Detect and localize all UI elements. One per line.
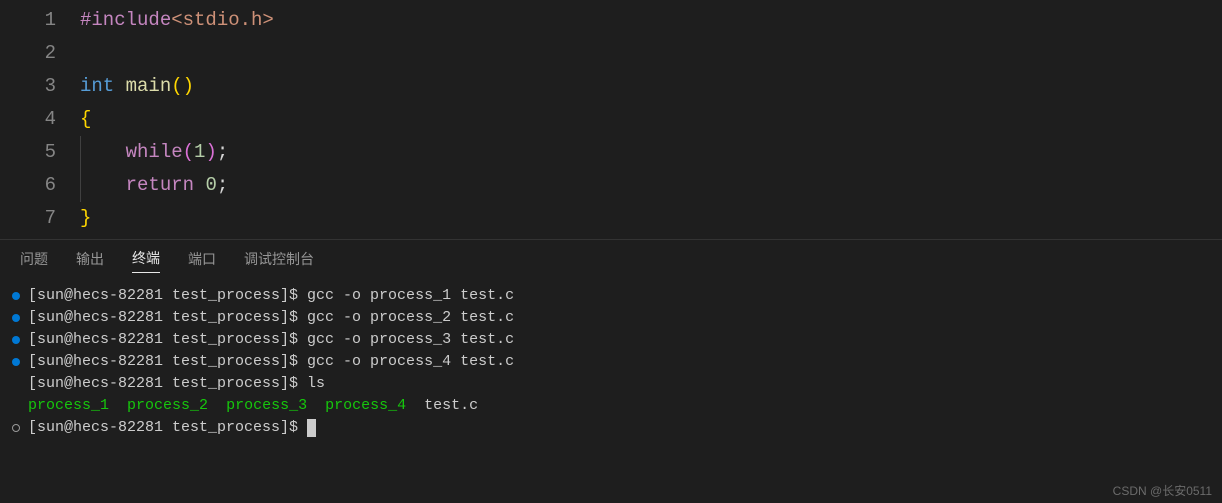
tab-output[interactable]: 输出 [76, 249, 104, 273]
code-content[interactable]: while(1); [80, 136, 1222, 169]
code-line[interactable]: 2 [0, 37, 1222, 70]
terminal-text: [sun@hecs-82281 test_process]$ gcc -o pr… [28, 329, 514, 351]
code-content[interactable]: { [80, 103, 1222, 136]
code-content[interactable] [80, 37, 1222, 70]
terminal-line: [sun@hecs-82281 test_process]$ gcc -o pr… [12, 351, 1210, 373]
terminal-text: [sun@hecs-82281 test_process]$ gcc -o pr… [28, 307, 514, 329]
code-content[interactable]: int main() [80, 70, 1222, 103]
command-success-icon [12, 314, 20, 322]
command-success-icon [12, 358, 20, 366]
line-number: 4 [0, 103, 80, 136]
terminal-prompt-line[interactable]: [sun@hecs-82281 test_process]$ [12, 417, 1210, 439]
bottom-panel: 问题 输出 终端 端口 调试控制台 [sun@hecs-82281 test_p… [0, 240, 1222, 443]
terminal-text: [sun@hecs-82281 test_process]$ gcc -o pr… [28, 285, 514, 307]
watermark: CSDN @长安0511 [1113, 482, 1212, 499]
terminal-text: [sun@hecs-82281 test_process]$ ls [28, 373, 325, 395]
panel-tab-bar: 问题 输出 终端 端口 调试控制台 [0, 248, 1222, 281]
code-content[interactable]: } [80, 202, 1222, 235]
cursor-icon [307, 419, 316, 437]
terminal-line: [sun@hecs-82281 test_process]$ gcc -o pr… [12, 285, 1210, 307]
code-editor[interactable]: 1#include<stdio.h>23int main()4{5 while(… [0, 0, 1222, 239]
code-content[interactable]: #include<stdio.h> [80, 4, 1222, 37]
command-success-icon [12, 336, 20, 344]
terminal-line: [sun@hecs-82281 test_process]$ ls [12, 373, 1210, 395]
line-number: 5 [0, 136, 80, 169]
code-line[interactable]: 3int main() [0, 70, 1222, 103]
code-line[interactable]: 4{ [0, 103, 1222, 136]
command-success-icon [12, 292, 20, 300]
code-line[interactable]: 7} [0, 202, 1222, 235]
code-line[interactable]: 5 while(1); [0, 136, 1222, 169]
command-pending-icon [12, 424, 20, 432]
terminal-line: [sun@hecs-82281 test_process]$ gcc -o pr… [12, 307, 1210, 329]
tab-debug-console[interactable]: 调试控制台 [244, 249, 314, 273]
line-number: 7 [0, 202, 80, 235]
terminal[interactable]: [sun@hecs-82281 test_process]$ gcc -o pr… [0, 281, 1222, 443]
terminal-prompt: [sun@hecs-82281 test_process]$ [28, 417, 307, 439]
code-line[interactable]: 1#include<stdio.h> [0, 4, 1222, 37]
terminal-line: process_1 process_2 process_3 process_4 … [12, 395, 1210, 417]
line-number: 6 [0, 169, 80, 202]
ls-output: process_1 process_2 process_3 process_4 … [28, 395, 478, 417]
tab-ports[interactable]: 端口 [188, 249, 216, 273]
code-line[interactable]: 6 return 0; [0, 169, 1222, 202]
line-number: 2 [0, 37, 80, 70]
terminal-line: [sun@hecs-82281 test_process]$ gcc -o pr… [12, 329, 1210, 351]
code-content[interactable]: return 0; [80, 169, 1222, 202]
tab-terminal[interactable]: 终端 [132, 248, 160, 273]
tab-problems[interactable]: 问题 [20, 249, 48, 273]
line-number: 1 [0, 4, 80, 37]
terminal-text: [sun@hecs-82281 test_process]$ gcc -o pr… [28, 351, 514, 373]
line-number: 3 [0, 70, 80, 103]
